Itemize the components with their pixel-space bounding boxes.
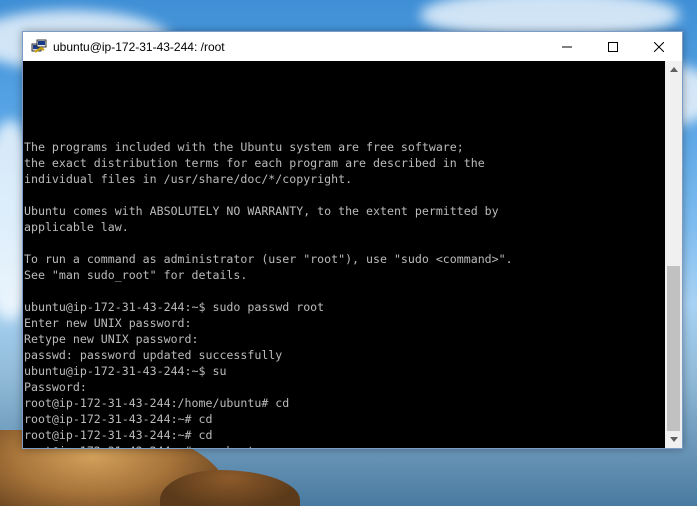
terminal-line: the exact distribution terms for each pr… [24,156,485,170]
arrow-up-icon [669,67,678,72]
terminal-output[interactable]: The programs included with the Ubuntu sy… [23,61,665,448]
terminal-line: To run a command as administrator (user … [24,252,513,266]
terminal-line: applicable law. [24,220,129,234]
terminal-line: ubuntu@ip-172-31-43-244:~$ sudo passwd r… [24,300,325,314]
terminal-line: individual files in /usr/share/doc/*/cop… [24,172,353,186]
terminal-line: Enter new UNIX password: [24,316,192,330]
close-button[interactable] [636,32,682,61]
terminal-line: root@ip-172-31-43-244:~# cd [24,428,213,442]
putty-icon[interactable] [31,39,47,55]
terminal-line: root@ip-172-31-43-244:~# su ubuntu [24,443,582,448]
scroll-up-button[interactable] [665,61,682,78]
title-bar[interactable]: ubuntu@ip-172-31-43-244: /root [23,32,682,61]
terminal-line: root@ip-172-31-43-244:~# cd [24,412,213,426]
window-title: ubuntu@ip-172-31-43-244: /root [53,39,225,54]
terminal-line: Retype new UNIX password: [24,332,199,346]
close-icon [654,41,664,52]
terminal-text: The programs included with the Ubuntu sy… [24,123,582,448]
terminal-line: ubuntu@ip-172-31-43-244:~$ su [24,364,227,378]
terminal-line: passwd: password updated successfully [24,348,283,362]
maximize-icon [608,41,618,52]
terminal-line: The programs included with the Ubuntu sy… [24,140,464,154]
minimize-icon [562,46,572,47]
minimize-button[interactable] [544,32,590,61]
scrollbar-thumb[interactable] [667,266,680,431]
vertical-scrollbar[interactable] [665,61,682,448]
scroll-down-button[interactable] [665,431,682,448]
terminal-line: Ubuntu comes with ABSOLUTELY NO WARRANTY… [24,204,499,218]
terminal-line: Password: [24,380,87,394]
terminal-line: See "man sudo_root" for details. [24,268,248,282]
maximize-button[interactable] [590,32,636,61]
terminal-window[interactable]: ubuntu@ip-172-31-43-244: /root The progr… [22,31,683,449]
arrow-down-icon [669,437,678,442]
terminal-line: root@ip-172-31-43-244:/home/ubuntu# cd [24,396,290,410]
